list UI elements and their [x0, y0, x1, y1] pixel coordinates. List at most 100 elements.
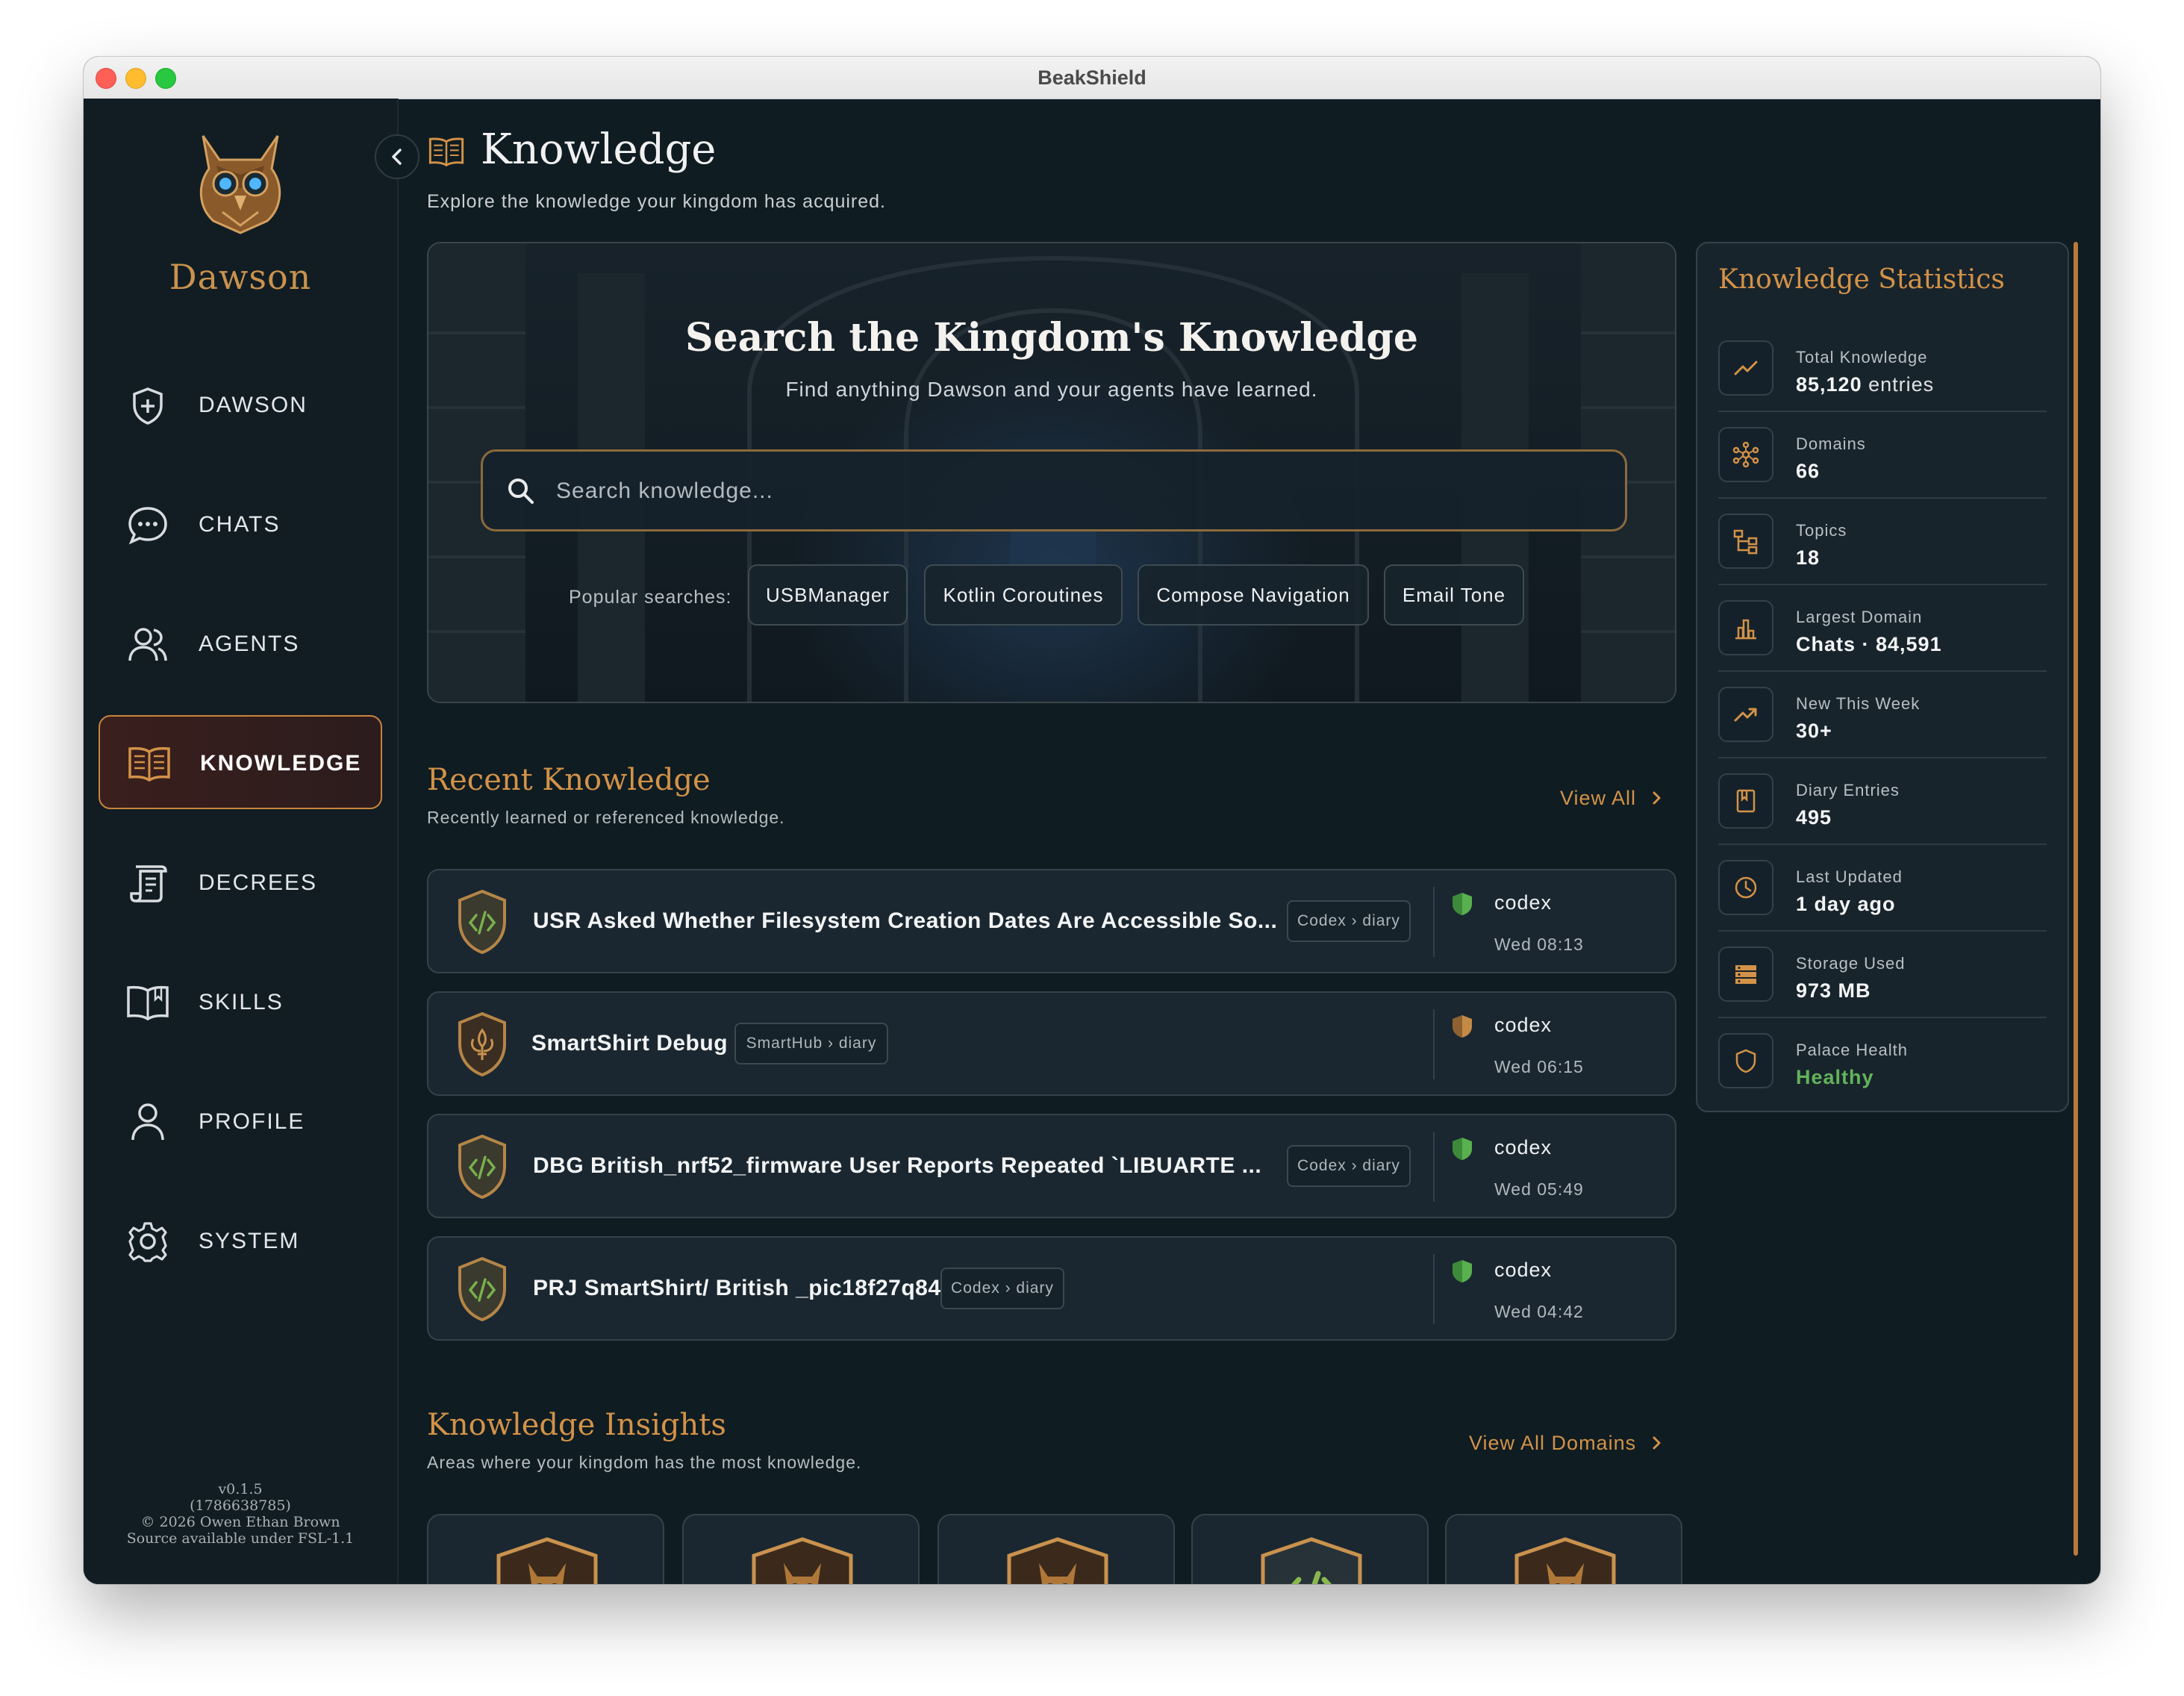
domain-tag: Codex › diary — [1287, 1145, 1411, 1187]
shield-icon — [1735, 1049, 1756, 1073]
domain-card[interactable] — [427, 1514, 664, 1584]
trend-up-icon — [1734, 708, 1757, 722]
person-icon — [131, 1103, 164, 1141]
page-subtitle: Explore the knowledge your kingdom has a… — [427, 191, 887, 212]
owl-crest-icon — [1007, 1537, 1108, 1584]
nav-item-dawson[interactable]: DAWSON — [99, 358, 382, 452]
knowledge-time: Wed 08:13 — [1494, 935, 1584, 954]
knowledge-title: USR Asked Whether Filesystem Creation Da… — [533, 908, 1278, 933]
insights-subtitle: Areas where your kingdom has the most kn… — [427, 1453, 862, 1472]
popular-search-chip[interactable]: Email Tone — [1384, 564, 1524, 626]
domain-tag: SmartHub › diary — [734, 1023, 888, 1064]
domain-card[interactable] — [1191, 1514, 1429, 1584]
knowledge-item[interactable]: PRJ SmartShirt/ British _pic18f27q84 Cod… — [427, 1236, 1676, 1341]
knowledge-agent: codex — [1494, 1136, 1553, 1159]
stat-topics: Topics 18 — [1718, 499, 2047, 585]
nav-item-chats[interactable]: CHATS — [99, 478, 382, 572]
storage-icon — [1735, 965, 1756, 984]
page-title: Knowledge — [481, 125, 717, 174]
domain-tag: Codex › diary — [940, 1268, 1064, 1309]
chat-bubble-icon — [128, 507, 167, 545]
agent-shield-icon — [1453, 1015, 1472, 1038]
gear-icon — [128, 1222, 167, 1262]
knowledge-item[interactable]: USR Asked Whether Filesystem Creation Da… — [427, 869, 1676, 973]
popular-search-chip[interactable]: USBManager — [748, 564, 908, 626]
scroll-icon — [130, 865, 167, 902]
app-version: v0.1.5 — [218, 1481, 263, 1497]
knowledge-time: Wed 04:42 — [1494, 1302, 1584, 1321]
knowledge-item[interactable]: DBG British_nrf52_firmware User Reports … — [427, 1114, 1676, 1218]
knowledge-time: Wed 06:15 — [1494, 1057, 1584, 1076]
domain-card[interactable] — [1445, 1514, 1682, 1584]
nav-item-decrees[interactable]: DECREES — [99, 836, 382, 930]
network-icon — [1732, 441, 1759, 468]
logo-text: Dawson — [169, 257, 312, 297]
clock-icon — [1735, 876, 1757, 899]
stat-largest-domain: Largest Domain Chats · 84,591 — [1718, 585, 2047, 672]
recent-knowledge-subtitle: Recently learned or referenced knowledge… — [427, 808, 785, 827]
stat-value: Healthy — [1796, 1066, 1874, 1088]
nav-item-system[interactable]: SYSTEM — [99, 1194, 382, 1288]
agent-shield-icon — [1453, 893, 1472, 915]
knowledge-item[interactable]: SmartShirt Debug SmartHub › diary codex … — [427, 991, 1676, 1096]
nav-label: DECREES — [199, 870, 318, 895]
knowledge-statistics-panel: Knowledge Statistics Total Knowledge 85,… — [1696, 242, 2069, 1112]
stat-label: Last Updated — [1796, 867, 1903, 886]
popular-search-chip[interactable]: Compose Navigation — [1138, 564, 1369, 626]
chevron-right-icon — [1653, 1436, 1661, 1450]
nav-item-knowledge[interactable]: KNOWLEDGE — [99, 715, 382, 809]
stat-label: Domains — [1796, 434, 1866, 453]
stat-value: 1 day ago — [1796, 893, 1896, 915]
owl-crest-icon — [496, 1537, 598, 1584]
knowledge-title: SmartShirt Debug — [531, 1031, 728, 1056]
code-crest-icon — [458, 1256, 506, 1322]
search-box[interactable] — [481, 449, 1627, 531]
agent-shield-icon — [1453, 1260, 1472, 1282]
hierarchy-icon — [1733, 529, 1758, 555]
open-book-icon — [428, 137, 464, 167]
domain-card[interactable] — [682, 1514, 920, 1584]
view-all-label: View All — [1560, 787, 1637, 809]
nav-label: CHATS — [199, 512, 281, 537]
stat-label: Largest Domain — [1796, 608, 1923, 626]
stat-unit: entries — [1862, 373, 1935, 396]
stat-storage-used: Storage Used 973 MB — [1718, 932, 2047, 1018]
stat-value: 18 — [1796, 546, 1820, 569]
nav-item-skills[interactable]: SKILLS — [99, 955, 382, 1050]
owl-crest-icon — [1514, 1537, 1616, 1584]
nav-label: KNOWLEDGE — [200, 751, 362, 776]
nav-label: DAWSON — [199, 393, 308, 417]
copyright: © 2026 Owen Ethan Brown — [140, 1514, 340, 1530]
owl-crest-icon — [752, 1537, 853, 1584]
view-all-domains-link[interactable]: View All Domains — [1469, 1432, 1665, 1455]
stat-value: 85,120 entries — [1796, 373, 1934, 396]
stat-label: Palace Health — [1796, 1041, 1908, 1059]
popular-search-chip[interactable]: Kotlin Coroutines — [924, 564, 1123, 626]
scrollbar[interactable] — [2074, 242, 2078, 1556]
nav-item-profile[interactable]: PROFILE — [99, 1075, 382, 1169]
nav-item-agents[interactable]: AGENTS — [99, 597, 382, 691]
stat-value: 495 — [1796, 806, 1832, 829]
chevron-right-icon — [1653, 791, 1661, 805]
open-book-icon — [128, 746, 170, 782]
stats-title: Knowledge Statistics — [1718, 264, 2005, 295]
stat-label: Diary Entries — [1796, 781, 1900, 799]
stat-total-knowledge: Total Knowledge 85,120 entries — [1718, 325, 2047, 412]
hero-title: Search the Kingdom's Knowledge — [685, 315, 1418, 361]
title-bar: BeakShield — [84, 57, 2100, 99]
agent-shield-icon — [1453, 1138, 1472, 1160]
code-crest-icon — [458, 889, 506, 955]
domain-card[interactable] — [937, 1514, 1175, 1584]
view-all-link[interactable]: View All — [1560, 787, 1665, 810]
nav-label: AGENTS — [199, 632, 300, 656]
recent-knowledge-title: Recent Knowledge — [427, 763, 711, 797]
divider — [1433, 1254, 1435, 1324]
search-hero: Search the Kingdom's Knowledge Find anyt… — [427, 242, 1676, 703]
search-input[interactable] — [555, 452, 1603, 531]
chevron-left-icon — [392, 149, 402, 165]
owl-logo-icon — [199, 135, 281, 234]
collapse-sidebar-button[interactable] — [375, 134, 419, 179]
sidebar-footer: v0.1.5 (1786638785) © 2026 Owen Ethan Br… — [84, 1481, 397, 1547]
stat-label: Storage Used — [1796, 954, 1906, 973]
knowledge-agent: codex — [1494, 891, 1553, 914]
